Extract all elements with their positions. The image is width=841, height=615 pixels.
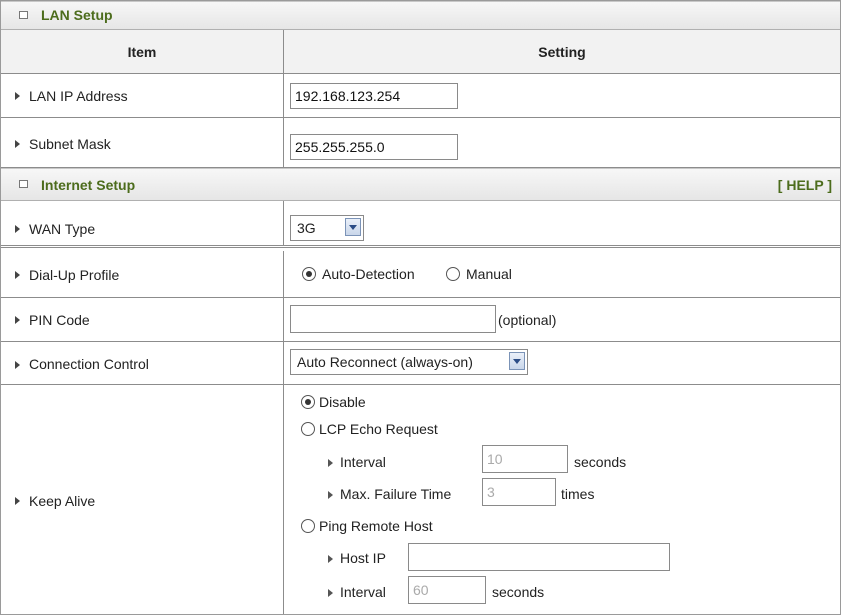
subnet-mask-input[interactable] xyxy=(290,134,458,160)
ping-interval-unit: seconds xyxy=(492,584,545,600)
keep-alive-label: Keep Alive xyxy=(29,493,96,509)
ping-interval-label: Interval xyxy=(340,584,386,600)
pin-code-input[interactable] xyxy=(290,305,496,333)
bullet-arrow-icon xyxy=(328,459,333,467)
keep-alive-disable-radio[interactable] xyxy=(301,395,315,409)
pin-code-label: PIN Code xyxy=(29,312,90,328)
lcp-echo-request-label: LCP Echo Request xyxy=(319,421,438,437)
keep-alive-row: Keep Alive Disable LCP Echo Request Inte… xyxy=(1,385,840,614)
item-column-header: Item xyxy=(1,30,284,73)
auto-detection-label: Auto-Detection xyxy=(322,266,415,282)
ping-interval-input[interactable] xyxy=(408,576,486,604)
table-header-row: Item Setting xyxy=(1,30,840,74)
section-box-icon xyxy=(19,180,28,188)
manual-label: Manual xyxy=(466,266,512,282)
chevron-down-icon[interactable] xyxy=(345,218,361,236)
chevron-down-icon[interactable] xyxy=(509,352,525,370)
connection-control-label: Connection Control xyxy=(29,356,149,372)
wan-type-select[interactable]: 3G xyxy=(290,215,364,241)
dialup-profile-label: Dial-Up Profile xyxy=(29,267,120,283)
auto-detection-radio[interactable] xyxy=(302,267,316,281)
bullet-arrow-icon xyxy=(15,140,20,148)
lcp-echo-request-radio[interactable] xyxy=(301,422,315,436)
lcp-interval-label: Interval xyxy=(340,454,386,470)
pin-code-row: PIN Code (optional) xyxy=(1,298,840,342)
connection-control-select[interactable]: Auto Reconnect (always-on) xyxy=(290,349,528,375)
setting-column-header: Setting xyxy=(538,43,586,60)
keep-alive-disable-label: Disable xyxy=(319,394,366,410)
dialup-profile-row: Dial-Up Profile Auto-Detection Manual xyxy=(1,251,840,298)
bullet-arrow-icon xyxy=(15,225,20,233)
lcp-max-failure-input[interactable] xyxy=(482,478,556,506)
internet-setup-title: Internet Setup xyxy=(41,177,136,193)
ping-remote-host-radio[interactable] xyxy=(301,519,315,533)
host-ip-input[interactable] xyxy=(408,543,670,571)
settings-panel: LAN Setup Item Setting LAN IP Address Su… xyxy=(0,0,841,615)
lcp-interval-unit: seconds xyxy=(574,454,627,470)
pin-optional-hint: (optional) xyxy=(498,312,557,328)
bullet-arrow-icon xyxy=(15,361,20,369)
bullet-arrow-icon xyxy=(328,491,333,499)
lan-ip-label: LAN IP Address xyxy=(29,88,128,104)
lan-ip-row: LAN IP Address xyxy=(1,74,840,118)
subnet-row: Subnet Mask xyxy=(1,118,840,168)
bullet-arrow-icon xyxy=(328,589,333,597)
section-box-icon xyxy=(19,11,28,19)
host-ip-label: Host IP xyxy=(340,550,386,566)
lcp-interval-input[interactable] xyxy=(482,445,568,473)
connection-control-row: Connection Control Auto Reconnect (alway… xyxy=(1,342,840,385)
manual-radio[interactable] xyxy=(446,267,460,281)
subnet-label: Subnet Mask xyxy=(29,136,111,152)
bullet-arrow-icon xyxy=(15,497,20,505)
wan-type-row: WAN Type 3G xyxy=(1,201,840,248)
help-link[interactable]: [ HELP ] xyxy=(778,177,832,193)
lan-setup-title: LAN Setup xyxy=(41,7,113,23)
bullet-arrow-icon xyxy=(15,271,20,279)
wan-type-label: WAN Type xyxy=(29,221,96,237)
lan-setup-section-header: LAN Setup xyxy=(1,1,840,30)
ping-remote-host-label: Ping Remote Host xyxy=(319,518,433,534)
bullet-arrow-icon xyxy=(15,92,20,100)
lcp-max-failure-unit: times xyxy=(561,486,595,502)
internet-setup-section-header: Internet Setup [ HELP ] xyxy=(1,168,840,201)
bullet-arrow-icon xyxy=(328,555,333,563)
lan-ip-input[interactable] xyxy=(290,83,458,109)
bullet-arrow-icon xyxy=(15,316,20,324)
lcp-max-failure-label: Max. Failure Time xyxy=(340,486,452,502)
